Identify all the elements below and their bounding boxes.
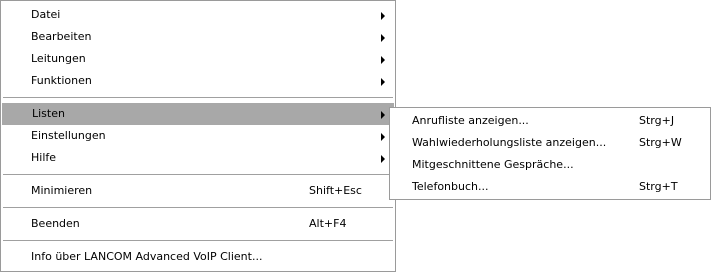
menu-separator [3, 97, 393, 98]
menu-item-label: Wahlwiederholungsliste anzeigen... [412, 136, 607, 149]
context-menu: Datei Bearbeiten Leitungen Funktionen Li… [0, 0, 396, 272]
menu-item-label: Datei [31, 8, 61, 21]
menu-item-label: Hilfe [31, 151, 57, 164]
submenu-item-wahlwiederholungsliste[interactable]: Wahlwiederholungsliste anzeigen... Strg+… [390, 132, 710, 154]
menu-item-label: Leitungen [31, 52, 86, 65]
menu-item-hilfe[interactable]: Hilfe [1, 147, 395, 169]
menu-item-leitungen[interactable]: Leitungen [1, 48, 395, 70]
menu-item-label: Listen [32, 107, 65, 120]
menu-item-shortcut: Shift+Esc [309, 184, 362, 197]
menu-separator [3, 174, 393, 175]
menu-item-minimieren[interactable]: Minimieren Shift+Esc [1, 180, 395, 202]
menu-item-label: Einstellungen [31, 129, 106, 142]
menu-item-info[interactable]: Info über LANCOM Advanced VoIP Client... [1, 246, 395, 268]
menu-separator [3, 207, 393, 208]
menu-item-label: Mitgeschnittene Gespräche... [412, 158, 574, 171]
submenu-arrow-icon [381, 133, 385, 141]
menu-item-shortcut: Strg+T [639, 180, 678, 193]
submenu-arrow-icon [381, 56, 385, 64]
menu-item-label: Minimieren [31, 184, 93, 197]
submenu-arrow-icon [381, 34, 385, 42]
menu-separator [3, 240, 393, 241]
submenu-item-mitgeschnittene-gespraeche[interactable]: Mitgeschnittene Gespräche... [390, 154, 710, 176]
menu-item-label: Bearbeiten [31, 30, 92, 43]
menu-item-shortcut: Alt+F4 [309, 217, 347, 230]
menu-item-label: Funktionen [31, 74, 92, 87]
menu-item-label: Anrufliste anzeigen... [412, 114, 529, 127]
submenu-arrow-icon [381, 111, 385, 119]
menu-item-label: Info über LANCOM Advanced VoIP Client... [31, 250, 263, 263]
submenu-arrow-icon [381, 12, 385, 20]
menu-item-einstellungen[interactable]: Einstellungen [1, 125, 395, 147]
menu-item-datei[interactable]: Datei [1, 4, 395, 26]
submenu-item-anrufliste[interactable]: Anrufliste anzeigen... Strg+J [390, 110, 710, 132]
submenu-arrow-icon [381, 155, 385, 163]
menu-item-beenden[interactable]: Beenden Alt+F4 [1, 213, 395, 235]
menu-item-shortcut: Strg+W [639, 136, 682, 149]
menu-item-label: Beenden [31, 217, 80, 230]
menu-item-shortcut: Strg+J [639, 114, 675, 127]
submenu-item-telefonbuch[interactable]: Telefonbuch... Strg+T [390, 176, 710, 198]
menu-item-label: Telefonbuch... [412, 180, 489, 193]
listen-submenu: Anrufliste anzeigen... Strg+J Wahlwieder… [389, 107, 711, 200]
menu-item-listen[interactable]: Listen [2, 103, 394, 125]
menu-item-funktionen[interactable]: Funktionen [1, 70, 395, 92]
menu-item-bearbeiten[interactable]: Bearbeiten [1, 26, 395, 48]
submenu-arrow-icon [381, 78, 385, 86]
